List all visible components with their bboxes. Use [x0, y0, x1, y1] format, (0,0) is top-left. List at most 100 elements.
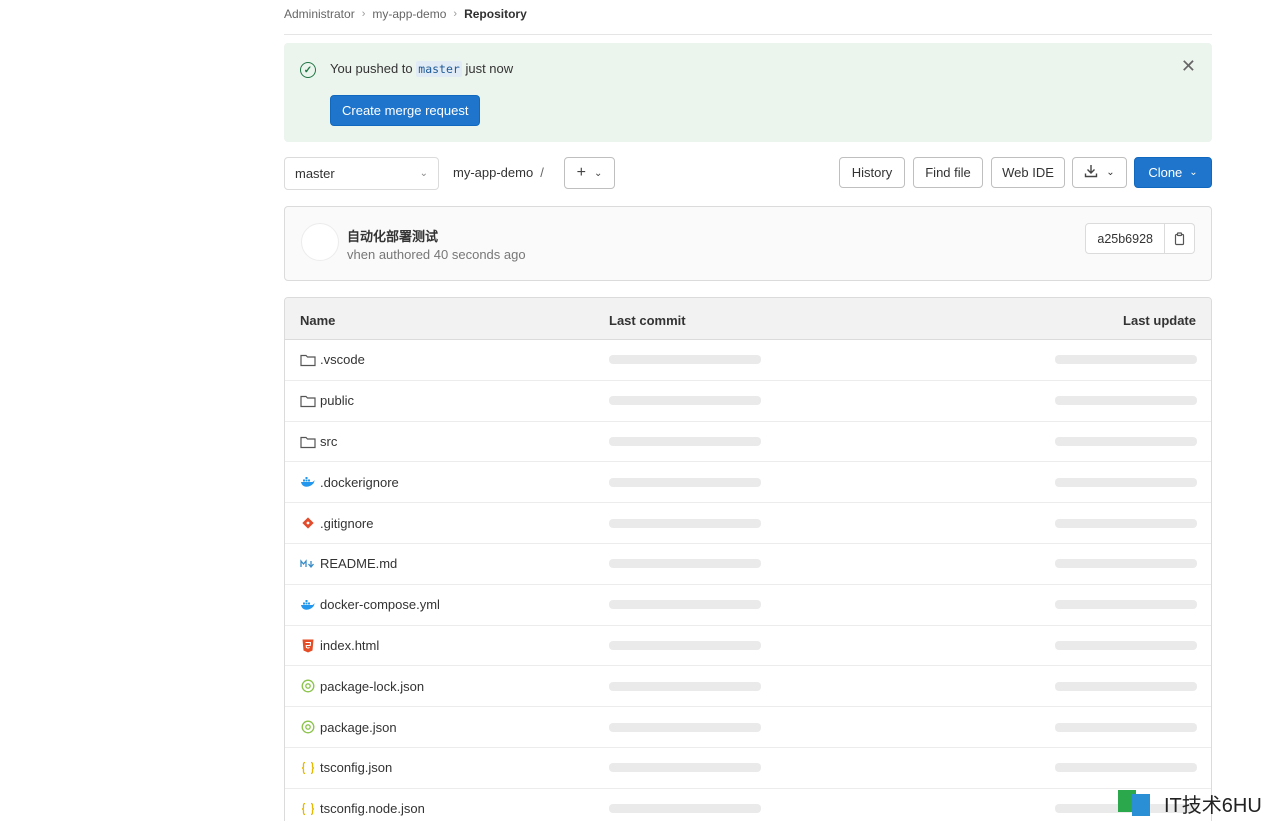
column-header-last-update: Last update — [1123, 313, 1196, 328]
table-row[interactable]: package-lock.json — [285, 666, 1211, 708]
commit-author[interactable]: vhen — [347, 247, 375, 262]
last-update-loading-placeholder — [1055, 355, 1197, 365]
docker-icon — [300, 474, 316, 490]
download-dropdown[interactable]: ⌄ — [1072, 157, 1127, 188]
create-merge-request-button[interactable]: Create merge request — [330, 95, 481, 126]
plus-icon: + — [576, 164, 586, 181]
branch-selector-label: master — [295, 166, 335, 181]
file-name-link[interactable]: docker-compose.yml — [320, 597, 440, 612]
html5-icon — [300, 638, 316, 654]
clone-dropdown[interactable]: Clone ⌄ — [1134, 157, 1212, 188]
breadcrumb-item-project[interactable]: my-app-demo — [372, 7, 446, 21]
last-commit-loading-placeholder — [609, 804, 761, 814]
last-update-loading-placeholder — [1055, 763, 1197, 773]
table-row[interactable]: tsconfig.json — [285, 748, 1211, 789]
table-row[interactable]: docker-compose.yml — [285, 585, 1211, 626]
last-update-loading-placeholder — [1055, 477, 1197, 487]
breadcrumb: Administrator › my-app-demo › Repository — [284, 6, 527, 22]
file-name-link[interactable]: index.html — [320, 638, 379, 653]
file-rows: .vscode public src .dockerignore .gitignore R… — [285, 340, 1211, 821]
json-icon — [300, 801, 316, 817]
check-circle-icon: ✓ — [300, 62, 316, 78]
chevron-down-icon: ⌄ — [593, 167, 603, 179]
last-commit-loading-placeholder — [609, 355, 761, 365]
chevron-right-icon: › — [453, 8, 458, 20]
branch-selector[interactable]: master ⌄ — [284, 157, 439, 190]
table-row[interactable]: src — [285, 422, 1211, 463]
chevron-right-icon: › — [361, 8, 366, 20]
file-name-link[interactable]: tsconfig.node.json — [320, 801, 425, 816]
commit-sha-group: a25b6928 — [1085, 223, 1195, 254]
last-commit-loading-placeholder — [609, 681, 761, 691]
history-button[interactable]: History — [839, 157, 905, 188]
file-name-link[interactable]: .gitignore — [320, 516, 373, 531]
header-divider — [284, 34, 1212, 35]
table-row[interactable]: README.md — [285, 544, 1211, 585]
last-update-loading-placeholder — [1055, 436, 1197, 446]
file-name-link[interactable]: src — [320, 434, 337, 449]
file-name-link[interactable]: tsconfig.json — [320, 760, 392, 775]
json-icon — [300, 760, 316, 776]
table-row[interactable]: public — [285, 381, 1211, 422]
commit-sha[interactable]: a25b6928 — [1085, 223, 1165, 254]
last-commit-loading-placeholder — [609, 518, 761, 528]
file-name-link[interactable]: package-lock.json — [320, 679, 424, 694]
avatar[interactable] — [301, 223, 339, 261]
git-icon — [300, 515, 316, 531]
folder-icon — [300, 434, 316, 450]
table-row[interactable]: index.html — [285, 626, 1211, 667]
last-update-loading-placeholder — [1055, 640, 1197, 650]
table-row[interactable]: .gitignore — [285, 503, 1211, 544]
table-row[interactable]: tsconfig.node.json — [285, 789, 1211, 821]
add-to-tree-dropdown[interactable]: + ⌄ — [564, 157, 615, 189]
folder-icon — [300, 352, 316, 368]
column-header-last-commit: Last commit — [609, 313, 686, 328]
last-commit-loading-placeholder — [609, 559, 761, 569]
alert-message-suffix: just now — [465, 61, 514, 76]
file-name-link[interactable]: public — [320, 393, 354, 408]
repo-path-separator: / — [540, 165, 544, 180]
repo-path: my-app-demo / — [453, 165, 544, 180]
commit-title[interactable]: 自动化部署测试 — [347, 226, 438, 245]
markdown-icon — [300, 556, 316, 572]
clone-label: Clone — [1148, 165, 1183, 180]
repo-path-name[interactable]: my-app-demo — [453, 165, 533, 180]
last-update-loading-placeholder — [1055, 396, 1197, 406]
watermark: IT技术6HU — [1118, 788, 1262, 819]
find-file-button[interactable]: Find file — [913, 157, 983, 188]
file-name-link[interactable]: README.md — [320, 556, 397, 571]
alert-message: You pushed to master just now — [330, 61, 514, 77]
alert-branch-name: master — [416, 61, 462, 77]
column-header-name: Name — [300, 313, 336, 328]
last-update-loading-placeholder — [1055, 722, 1197, 732]
file-name-link[interactable]: package.json — [320, 720, 397, 735]
last-commit-loading-placeholder — [609, 436, 761, 446]
alert-message-prefix: You pushed to — [330, 61, 413, 76]
npm-icon — [300, 719, 316, 735]
close-icon[interactable]: ✕ — [1181, 56, 1196, 77]
file-name-link[interactable]: .vscode — [320, 352, 365, 367]
chevron-down-icon: ⌄ — [1189, 167, 1198, 178]
last-update-loading-placeholder — [1055, 518, 1197, 528]
file-name-link[interactable]: .dockerignore — [320, 475, 399, 490]
last-commit-loading-placeholder — [609, 396, 761, 406]
push-success-alert: ✓ You pushed to master just now ✕ Create… — [284, 43, 1212, 142]
watermark-text: IT技术6HU — [1164, 795, 1262, 817]
breadcrumb-item-repository[interactable]: Repository — [464, 7, 527, 21]
web-ide-button[interactable]: Web IDE — [991, 157, 1065, 188]
last-commit-loading-placeholder — [609, 763, 761, 773]
table-row[interactable]: .dockerignore — [285, 462, 1211, 504]
file-tree-table: Name Last commit Last update .vscode publ… — [284, 297, 1212, 821]
table-row[interactable]: package.json — [285, 707, 1211, 748]
copy-icon[interactable] — [1165, 223, 1195, 254]
last-commit-loading-placeholder — [609, 640, 761, 650]
breadcrumb-item-administrator[interactable]: Administrator — [284, 7, 355, 21]
chevron-down-icon: ⌄ — [419, 168, 428, 179]
last-commit-panel: 自动化部署测试 vhen authored 40 seconds ago a25… — [284, 206, 1212, 281]
last-commit-loading-placeholder — [609, 477, 761, 487]
table-row[interactable]: .vscode — [285, 340, 1211, 381]
last-update-loading-placeholder — [1055, 559, 1197, 569]
last-commit-loading-placeholder — [609, 600, 761, 610]
last-update-loading-placeholder — [1055, 600, 1197, 610]
download-icon — [1084, 164, 1098, 181]
